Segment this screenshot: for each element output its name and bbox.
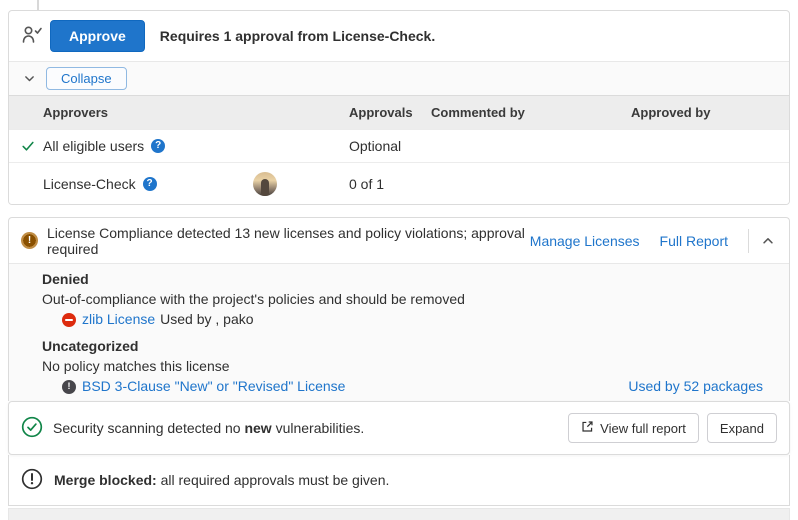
header-approved-by: Approved by: [631, 105, 789, 120]
widget-footer-strip: [8, 508, 790, 520]
header-commented-by: Commented by: [431, 105, 631, 120]
used-by-packages-link[interactable]: Used by 52 packages: [628, 377, 763, 396]
license-summary-text: License Compliance detected 13 new licen…: [47, 225, 530, 257]
approvals-section: Approve Requires 1 approval from License…: [8, 10, 790, 205]
approver-name: License-Check: [43, 176, 136, 192]
help-question-icon[interactable]: ?: [143, 177, 157, 191]
merge-request-widget: Approve Requires 1 approval from License…: [8, 10, 790, 520]
chevron-up-icon[interactable]: [759, 232, 777, 250]
full-report-link[interactable]: Full Report: [660, 233, 728, 249]
table-row-all-eligible-users: All eligible users ? Optional: [9, 129, 789, 162]
warning-status-icon: !: [21, 232, 38, 249]
expand-button[interactable]: Expand: [707, 413, 777, 443]
header-approvers: Approvers: [43, 105, 349, 120]
security-scanning-section: Security scanning detected no new vulner…: [8, 401, 790, 455]
denied-group-title: Denied: [9, 271, 789, 287]
collapse-row: Collapse: [9, 61, 789, 95]
uncategorized-group-title: Uncategorized: [9, 338, 789, 354]
used-by-text: Used by , pako: [160, 310, 253, 329]
approver-avatar[interactable]: [253, 172, 277, 196]
merge-blocked-text: Merge blocked: all required approvals mu…: [54, 472, 389, 488]
collapse-button[interactable]: Collapse: [46, 67, 127, 90]
chevron-down-icon[interactable]: [21, 70, 38, 87]
license-compliance-header: ! License Compliance detected 13 new lic…: [9, 218, 789, 263]
license-item-zlib: zlib License Used by , pako: [9, 310, 789, 329]
security-summary-text: Security scanning detected no new vulner…: [53, 420, 364, 436]
divider: [748, 229, 749, 253]
uncategorized-group-description: No policy matches this license: [9, 358, 789, 374]
manage-licenses-link[interactable]: Manage Licenses: [530, 233, 640, 249]
license-compliance-section: ! License Compliance detected 13 new lic…: [8, 217, 790, 401]
denied-icon: [62, 313, 76, 327]
approve-row: Approve Requires 1 approval from License…: [9, 11, 789, 61]
license-info-icon: !: [62, 380, 76, 394]
merge-status-section: Merge blocked: all required approvals mu…: [8, 455, 790, 506]
view-full-report-button[interactable]: View full report: [568, 413, 699, 443]
denied-group-description: Out-of-compliance with the project's pol…: [9, 291, 789, 307]
approvals-value: Optional: [349, 138, 431, 154]
license-item-bsd: ! BSD 3-Clause "New" or "Revised" Licens…: [9, 377, 789, 396]
approvals-value: 0 of 1: [349, 176, 431, 192]
license-link[interactable]: BSD 3-Clause "New" or "Revised" License: [82, 377, 345, 396]
approve-button[interactable]: Approve: [50, 20, 145, 52]
table-row-license-check: License-Check ? 0 of 1: [9, 162, 789, 204]
header-approvals: Approvals: [349, 105, 431, 120]
success-check-icon: [21, 416, 43, 441]
user-approval-icon: [21, 25, 43, 48]
approver-name: All eligible users: [43, 138, 144, 154]
help-question-icon[interactable]: ?: [151, 139, 165, 153]
blocked-exclamation-icon: [21, 468, 43, 493]
external-link-icon: [581, 420, 594, 436]
license-link[interactable]: zlib License: [82, 310, 155, 329]
license-report-body: Denied Out-of-compliance with the projec…: [9, 263, 789, 401]
approval-requirement-text: Requires 1 approval from License-Check.: [160, 28, 435, 44]
approvals-table-header: Approvers Approvals Commented by Approve…: [9, 95, 789, 129]
approved-check-icon: [9, 139, 43, 153]
